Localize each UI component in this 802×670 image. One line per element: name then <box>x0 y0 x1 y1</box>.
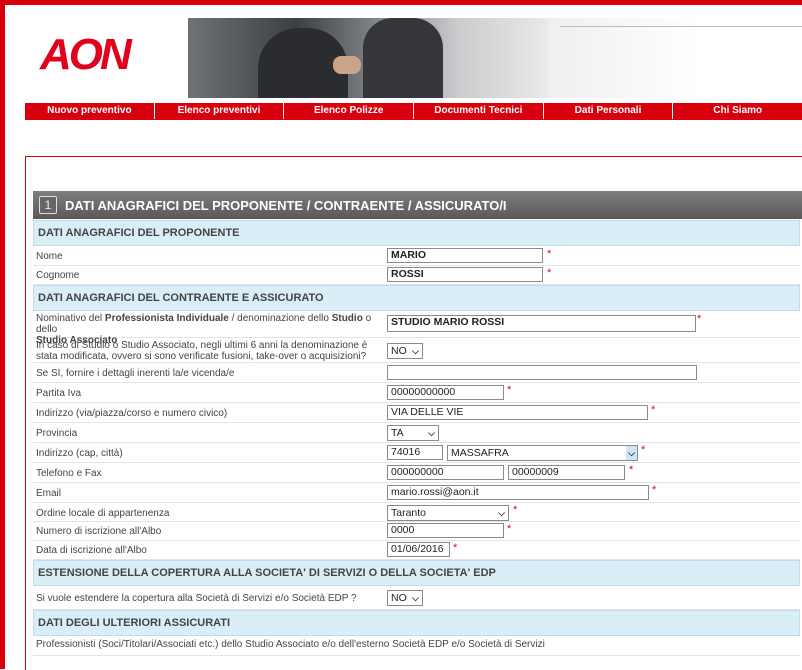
email-input[interactable]: mario.rossi@aon.it <box>387 485 649 500</box>
se-si-input[interactable] <box>387 365 697 380</box>
required-mark: * <box>547 267 552 279</box>
label-indirizzo: Indirizzo (via/piazza/corso e numero civ… <box>36 408 228 419</box>
label-telefono: Telefono e Fax <box>36 468 102 479</box>
left-border <box>0 0 5 669</box>
nav-underline <box>25 119 802 120</box>
banner-person-right <box>363 18 443 98</box>
row-se-si: Se SI, fornire i dettagli inerenti la/e … <box>33 363 800 383</box>
label-nominativo-bold2: Studio <box>331 313 363 324</box>
row-numero-albo: Numero di iscrizione all'Albo 0000 * <box>33 522 800 541</box>
row-provincia: Provincia TA ⌵ <box>33 423 800 443</box>
nav-elenco-preventivi[interactable]: Elenco preventivi <box>155 103 285 119</box>
header-banner-image <box>188 18 548 98</box>
header-banner-fade <box>548 18 802 98</box>
chevron-down-icon: ⌵ <box>626 446 637 460</box>
subhead-ulteriori: DATI DEGLI ULTERIORI ASSICURATI <box>33 610 800 636</box>
subhead-proponente: DATI ANAGRAFICI DEL PROPONENTE <box>33 220 800 246</box>
row-cognome: Cognome ROSSI * <box>33 266 800 285</box>
chevron-down-icon: ⌵ <box>412 593 419 603</box>
nav-chi-siamo[interactable]: Chi Siamo <box>673 103 802 119</box>
section-number: 1 <box>39 196 57 214</box>
ordine-value: Taranto <box>391 507 427 519</box>
cap-input[interactable]: 74016 <box>387 445 443 460</box>
required-mark: * <box>453 542 458 554</box>
required-mark: * <box>629 464 634 476</box>
nome-input[interactable]: MARIO <box>387 248 543 263</box>
indirizzo-input[interactable]: VIA DELLE VIE <box>387 405 648 420</box>
required-mark: * <box>513 504 518 516</box>
required-mark: * <box>651 404 656 416</box>
caso-studio-value: NO <box>391 345 407 357</box>
row-nominativo: Nominativo del Professionista Individual… <box>33 311 800 346</box>
label-estendere: Si vuole estendere la copertura alla Soc… <box>36 593 357 604</box>
label-numero-albo: Numero di iscrizione all'Albo <box>36 526 162 537</box>
label-ordine: Ordine locale di appartenenza <box>36 508 170 519</box>
main-nav: Nuovo preventivo Elenco preventivi Elenc… <box>25 103 802 119</box>
label-partita-iva: Partita Iva <box>36 388 82 399</box>
nav-elenco-polizze[interactable]: Elenco Polizze <box>284 103 415 119</box>
caso-studio-select[interactable]: NO ⌵ <box>387 343 423 359</box>
nav-documenti-tecnici[interactable]: Documenti Tecnici <box>414 103 544 119</box>
subhead-contraente: DATI ANAGRAFICI DEL CONTRAENTE E ASSICUR… <box>33 285 800 311</box>
label-cognome: Cognome <box>36 270 80 281</box>
form-rows: DATI ANAGRAFICI DEL PROPONENTE Nome MARI… <box>33 220 800 656</box>
row-data-albo: Data di iscrizione all'Albo 01/06/2016 * <box>33 541 800 560</box>
row-ulteriori: Professionisti (Soci/Titolari/Associati … <box>33 636 800 656</box>
nominativo-input[interactable]: STUDIO MARIO ROSSI <box>387 315 696 332</box>
chevron-down-icon: ⌵ <box>428 428 435 438</box>
ordine-select[interactable]: Taranto ⌵ <box>387 505 509 521</box>
required-mark: * <box>507 523 512 535</box>
provincia-value: TA <box>391 427 404 439</box>
chevron-down-icon: ⌵ <box>498 508 505 518</box>
required-mark: * <box>547 248 552 260</box>
row-estendere: Si vuole estendere la copertura alla Soc… <box>33 586 800 610</box>
subhead-estensione: ESTENSIONE DELLA COPERTURA ALLA SOCIETA'… <box>33 560 800 586</box>
label-caso-studio: In caso di Studio o Studio Associato, ne… <box>36 340 368 362</box>
row-partita-iva: Partita Iva 00000000000 * <box>33 383 800 403</box>
banner-hand <box>333 56 361 74</box>
section-title: DATI ANAGRAFICI DEL PROPONENTE / CONTRAE… <box>65 197 507 213</box>
label-provincia: Provincia <box>36 428 78 439</box>
fax-input[interactable]: 00000009 <box>508 465 625 480</box>
citta-select[interactable]: MASSAFRA ⌵ <box>447 445 638 461</box>
required-mark: * <box>507 384 512 396</box>
provincia-select[interactable]: TA ⌵ <box>387 425 439 441</box>
label-ulteriori: Professionisti (Soci/Titolari/Associati … <box>36 639 545 650</box>
nav-dati-personali[interactable]: Dati Personali <box>544 103 674 119</box>
label-indirizzo-cap: Indirizzo (cap, città) <box>36 448 123 459</box>
numero-albo-input[interactable]: 0000 <box>387 523 504 538</box>
nav-nuovo-preventivo[interactable]: Nuovo preventivo <box>25 103 155 119</box>
cognome-input[interactable]: ROSSI <box>387 267 543 282</box>
row-ordine: Ordine locale di appartenenza Taranto ⌵ * <box>33 503 800 522</box>
aon-logo[interactable]: AON <box>40 30 132 80</box>
telefono-input[interactable]: 000000000 <box>387 465 504 480</box>
row-indirizzo: Indirizzo (via/piazza/corso e numero civ… <box>33 403 800 423</box>
row-caso-studio: In caso di Studio o Studio Associato, ne… <box>33 338 800 363</box>
label-data-albo: Data di iscrizione all'Albo <box>36 545 147 556</box>
label-nominativo-bold1: Professionista Individuale <box>104 313 229 324</box>
label-email: Email <box>36 488 62 499</box>
label-nominativo-part2: / denominazione dello <box>228 313 332 324</box>
required-mark: * <box>697 313 702 325</box>
row-cap-citta: Indirizzo (cap, città) 74016 MASSAFRA ⌵ * <box>33 443 800 463</box>
required-mark: * <box>641 444 646 456</box>
estendere-value: NO <box>391 592 407 604</box>
label-nominativo-part1: Nominativo del <box>36 313 105 324</box>
label-nome: Nome <box>36 251 63 262</box>
section-header: 1 DATI ANAGRAFICI DEL PROPONENTE / CONTR… <box>33 191 802 219</box>
citta-value: MASSAFRA <box>451 447 509 459</box>
label-se-si: Se SI, fornire i dettagli inerenti la/e … <box>36 368 235 379</box>
header-line <box>560 26 802 27</box>
row-email: Email mario.rossi@aon.it * <box>33 483 800 503</box>
data-albo-input[interactable]: 01/06/2016 <box>387 542 450 557</box>
row-nome: Nome MARIO * <box>33 246 800 266</box>
top-border <box>0 0 802 5</box>
row-telefono: Telefono e Fax 000000000 00000009 * <box>33 463 800 483</box>
partita-iva-input[interactable]: 00000000000 <box>387 385 504 400</box>
chevron-down-icon: ⌵ <box>412 346 419 356</box>
required-mark: * <box>652 484 657 496</box>
estendere-select[interactable]: NO ⌵ <box>387 590 423 606</box>
